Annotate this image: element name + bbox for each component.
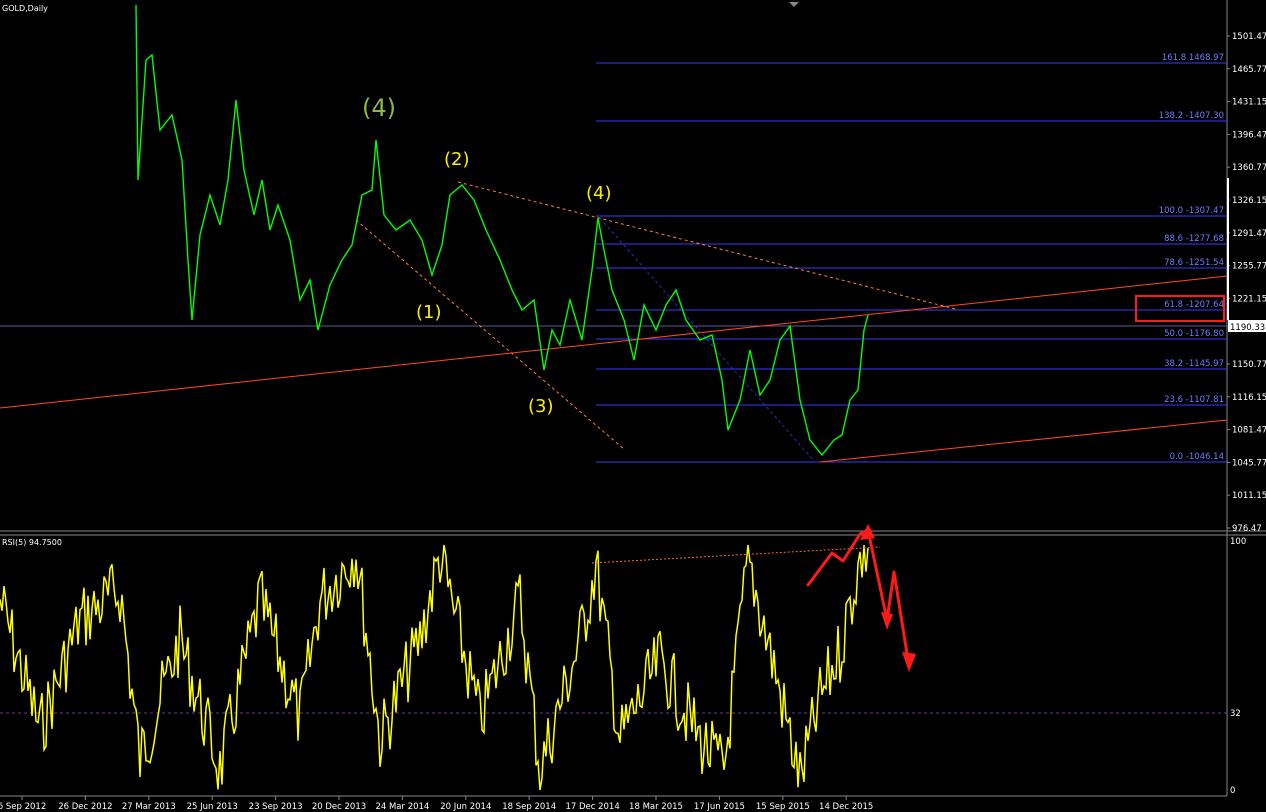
fib-level-label: 50.0 -1176.80 [1164, 329, 1224, 339]
rsi-series-line [0, 544, 869, 791]
wave-label-4-big: (4) [362, 94, 396, 122]
time-tick-label: 18 Mar 2015 [629, 802, 683, 812]
price-tick-label: 1326.15 [1232, 196, 1266, 206]
fib-level-label: 138.2 -1407.30 [1159, 111, 1224, 121]
price-tick-label: 1291.47 [1232, 229, 1266, 239]
time-tick-label: 20 Jun 2014 [440, 802, 491, 812]
wave-label-1: (1) [416, 302, 442, 323]
arrow-head-down-icon [902, 652, 916, 672]
fib-level-label: 161.8 1468.97 [1162, 53, 1224, 63]
price-tick-label: 1501.47 [1232, 32, 1266, 42]
rsi-panel-title: RSI(5) 94.7500 [2, 538, 62, 547]
price-tick-label: 1396.47 [1232, 130, 1266, 140]
wave-label-3: (3) [528, 396, 554, 417]
price-tick-label: 976.47 [1232, 524, 1262, 534]
time-tick-label: 6 Sep 2012 [0, 802, 46, 812]
price-axis: 1501.47 1465.77 1431.15 1396.47 1360.77 1326.… [1227, 32, 1266, 534]
fib-level-label: 23.6 -1107.81 [1164, 395, 1224, 405]
trendline-long[interactable] [0, 275, 1228, 409]
price-tick-label: 1081.47 [1232, 426, 1266, 436]
fibonacci-levels[interactable]: 161.8 1468.97 138.2 -1407.30 100.0 -1307.4… [596, 53, 1227, 463]
time-tick-label: 15 Sep 2015 [756, 802, 810, 812]
time-tick-label: 18 Sep 2014 [502, 802, 556, 812]
time-tick-label: 25 Jun 2013 [187, 802, 238, 812]
time-tick-label: 23 Sep 2013 [249, 802, 303, 812]
wave-label-4: (4) [586, 183, 612, 204]
fib-level-label: 100.0 -1307.47 [1159, 206, 1224, 216]
fib-level-label: 88.6 -1277.68 [1164, 234, 1224, 244]
price-tick-label: 1431.15 [1232, 98, 1266, 108]
time-tick-label: 27 Mar 2013 [122, 802, 176, 812]
time-tick-label: 17 Jun 2015 [694, 802, 745, 812]
fib-level-label: 38.2 -1145.97 [1164, 359, 1224, 369]
fib-level-label: 78.6 -1251.54 [1164, 258, 1224, 268]
price-tick-label: 1255.77 [1232, 262, 1266, 272]
time-tick-label: 14 Dec 2015 [819, 802, 873, 812]
price-tick-label: 1465.77 [1232, 65, 1266, 75]
time-tick-label: 17 Dec 2014 [565, 802, 619, 812]
time-tick-label: 20 Dec 2013 [312, 802, 366, 812]
time-tick-label: 26 Dec 2012 [58, 802, 112, 812]
arrow-head-mid-icon [881, 612, 893, 630]
current-price-label: 1190.33 [1230, 323, 1265, 333]
trendline-upper-dashed[interactable] [457, 181, 956, 310]
price-tick-label: 1150.77 [1232, 360, 1266, 370]
chart-window: 161.8 1468.97 138.2 -1407.30 100.0 -1307.4… [0, 0, 1266, 812]
fib-level-label: 0.0 -1046.14 [1170, 452, 1224, 462]
forecast-arrows [806, 528, 910, 662]
rsi-level-0: 0 [1230, 786, 1235, 796]
fib-level-label: 61.8 -1207.64 [1164, 300, 1224, 310]
wave-label-2: (2) [444, 149, 470, 170]
price-tick-label: 1221.15 [1232, 294, 1266, 304]
rsi-level-32: 32 [1230, 709, 1241, 719]
trendline-wave-dashed[interactable] [355, 219, 626, 451]
price-tick-label: 1360.77 [1232, 163, 1266, 173]
price-tick-label: 1045.77 [1232, 458, 1266, 468]
rsi-level-100: 100 [1230, 537, 1246, 547]
trendline-lower-channel[interactable] [819, 419, 1228, 463]
price-series-line [135, 4, 869, 457]
chart-canvas[interactable]: 161.8 1468.97 138.2 -1407.30 100.0 -1307.4… [0, 0, 1266, 812]
price-panel-title: GOLD,Daily [2, 4, 48, 13]
price-tick-label: 1011.15 [1232, 491, 1266, 501]
price-tick-label: 1116.15 [1232, 393, 1266, 403]
scroll-marker-icon[interactable] [789, 2, 799, 7]
time-tick-label: 24 Mar 2014 [375, 802, 429, 812]
time-axis: 6 Sep 2012 26 Dec 2012 27 Mar 2013 25 Jun 2… [0, 796, 873, 812]
